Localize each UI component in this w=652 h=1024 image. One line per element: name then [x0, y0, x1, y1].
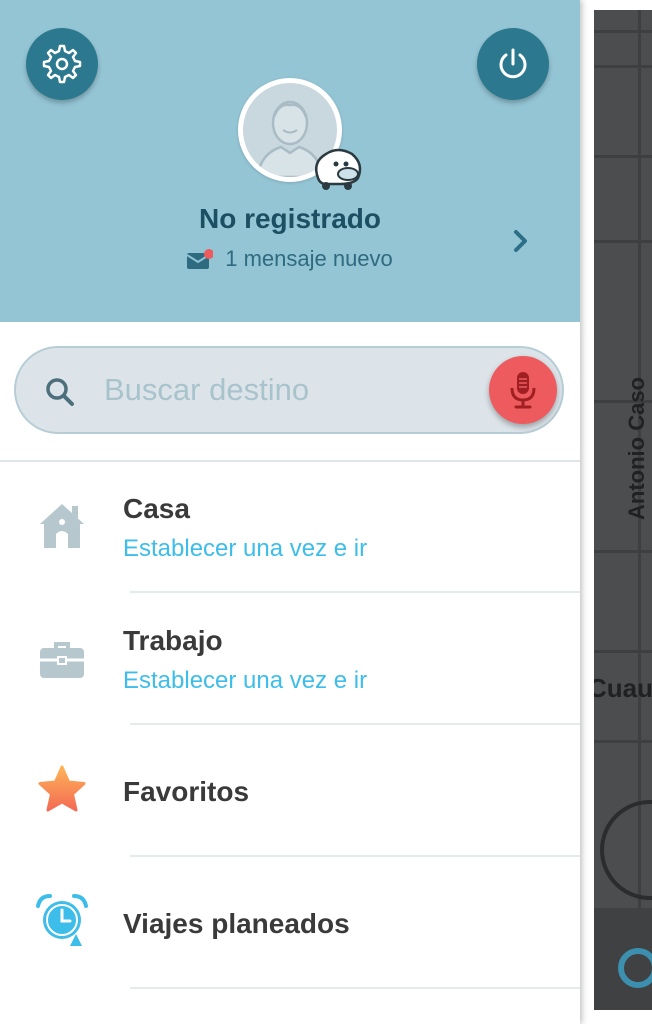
home-icon — [40, 504, 84, 548]
item-title: Trabajo — [123, 625, 223, 656]
map-road — [594, 30, 652, 33]
map-road — [594, 650, 652, 653]
compass-button[interactable] — [600, 800, 652, 900]
wazer-mood-icon — [315, 148, 362, 190]
username[interactable]: No registrado — [0, 203, 580, 235]
search-input[interactable]: Buscar destino — [14, 346, 564, 434]
alarm-clock-icon — [36, 894, 88, 946]
list-item-planned-drives[interactable]: Viajes planeados — [0, 856, 580, 988]
map-street-label: Antonio Caso — [624, 377, 649, 520]
messages-count-text: 1 mensaje nuevo — [225, 246, 393, 271]
search-icon — [46, 378, 74, 406]
side-menu-drawer: No registrado 1 mensaje nuevo Buscar des… — [0, 0, 580, 1024]
power-icon — [499, 48, 527, 79]
list-item-work[interactable]: Trabajo Establecer una vez e ir — [0, 592, 580, 724]
logout-button[interactable] — [477, 28, 549, 100]
map-road — [594, 155, 652, 158]
inbox-link[interactable]: 1 mensaje nuevo — [0, 246, 580, 272]
search-placeholder: Buscar destino — [104, 372, 310, 407]
map-view[interactable]: Antonio Caso Cuau — [580, 0, 652, 1024]
briefcase-icon — [40, 642, 84, 678]
map-road — [594, 740, 652, 743]
item-subtitle: Establecer una vez e ir — [123, 667, 368, 694]
search-icon[interactable] — [618, 948, 652, 988]
map-canvas[interactable]: Antonio Caso Cuau — [594, 10, 652, 1010]
item-title: Favoritos — [123, 776, 250, 807]
divider — [130, 987, 580, 989]
map-road — [594, 65, 652, 68]
list-item-favorites[interactable]: Favoritos — [0, 724, 580, 856]
microphone-icon — [510, 372, 536, 409]
map-bottom-bar — [594, 908, 652, 1010]
search-section: Buscar destino — [0, 322, 580, 462]
map-street-label: Cuau — [594, 673, 652, 703]
item-subtitle: Establecer una vez e ir — [123, 535, 368, 562]
envelope-icon — [186, 249, 215, 269]
gear-icon — [42, 44, 82, 84]
map-road — [594, 550, 652, 553]
map-road — [594, 240, 652, 243]
list-item-home[interactable]: Casa Establecer una vez e ir — [0, 460, 580, 592]
profile-header: No registrado 1 mensaje nuevo — [0, 0, 580, 322]
settings-button[interactable] — [26, 28, 98, 100]
star-icon — [38, 765, 86, 812]
chevron-right-icon[interactable] — [508, 226, 532, 256]
item-title: Viajes planeados — [123, 908, 350, 939]
item-title: Casa — [123, 493, 190, 524]
voice-search-button[interactable] — [489, 356, 557, 424]
